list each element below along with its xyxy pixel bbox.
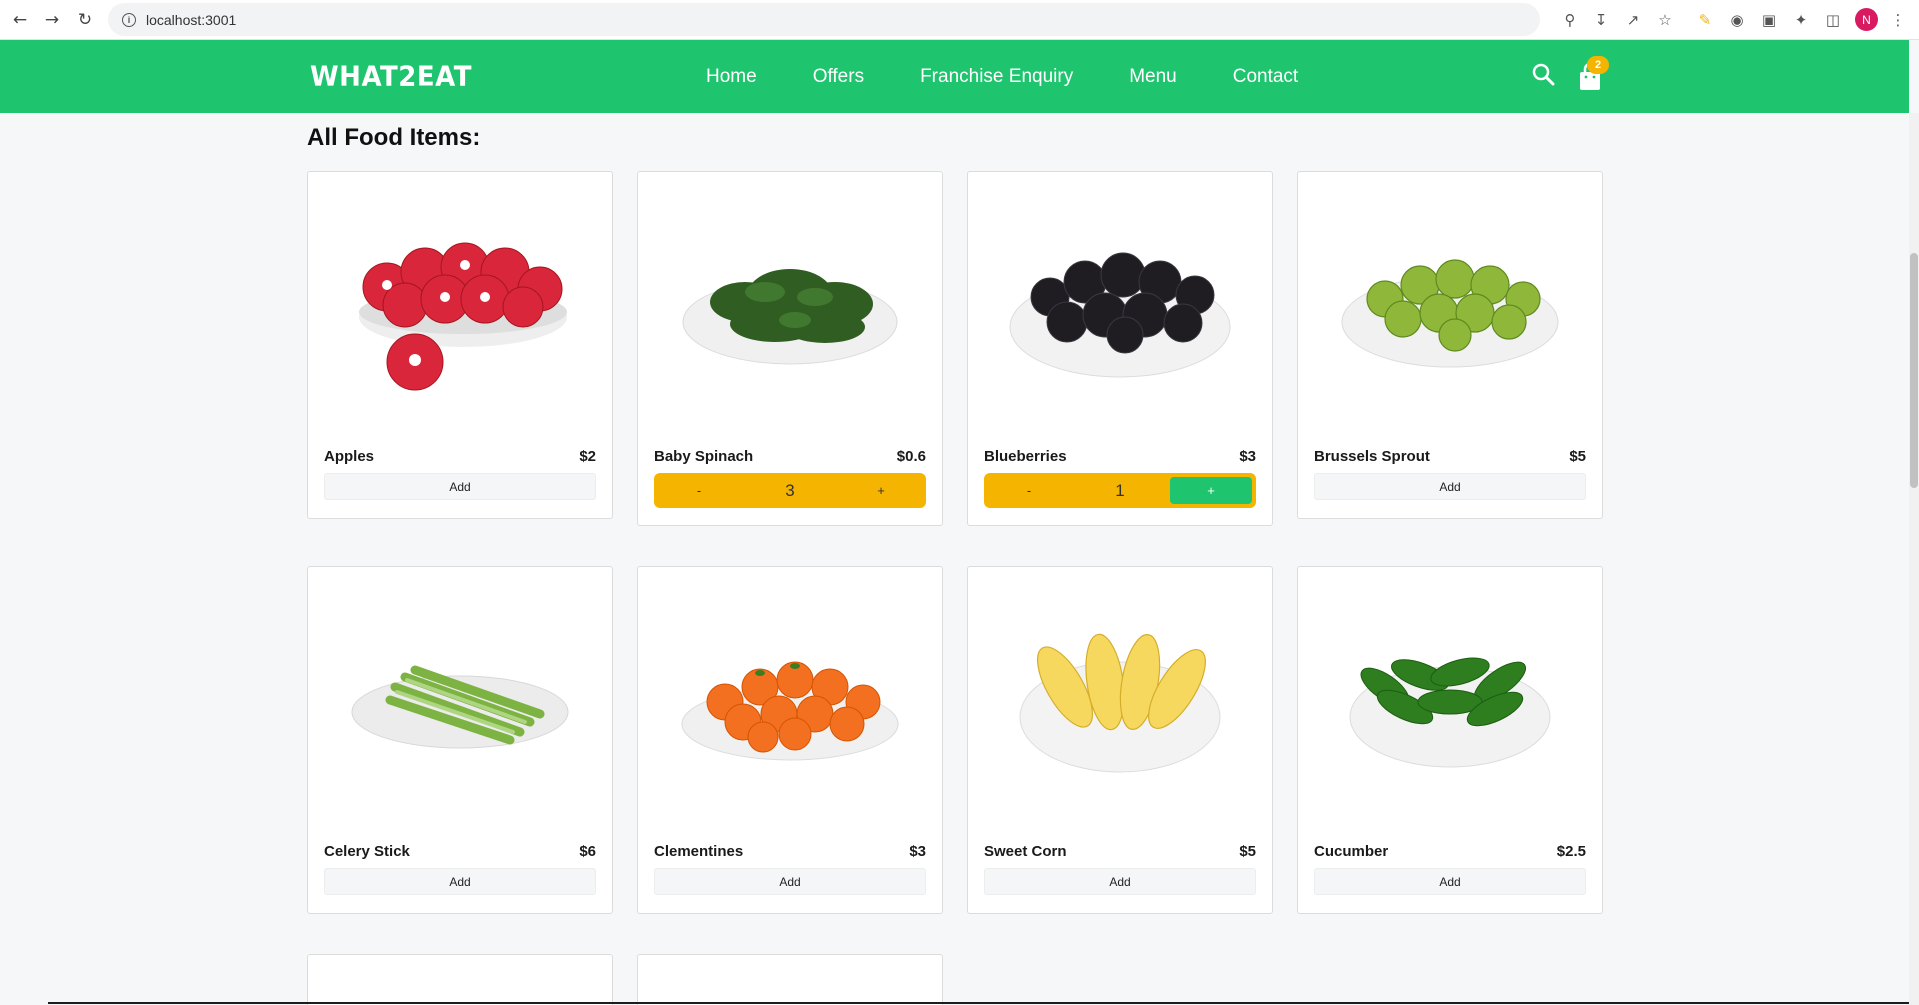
nav-franchise-enquiry[interactable]: Franchise Enquiry [920,66,1073,88]
item-name: Cucumber [1314,843,1389,860]
item-price: $2.5 [1556,843,1586,860]
reload-icon[interactable]: ↻ [73,8,97,32]
quantity-stepper: - 1 + [984,473,1256,508]
cart-count-badge: 2 [1587,56,1609,74]
food-card-sweet-corn: Sweet Corn $5 Add [967,566,1273,914]
food-image [308,567,612,837]
decrease-button[interactable]: - [988,477,1070,504]
food-card-cucumber: Cucumber $2.5 Add [1297,566,1603,914]
add-button[interactable]: Add [984,868,1256,895]
decrease-button[interactable]: - [658,477,740,504]
side-panel-icon[interactable]: ◫ [1821,8,1845,32]
scrollbar-thumb[interactable] [1910,253,1918,488]
food-image [638,567,942,837]
site-header: WHAT2EAT Home Offers Franchise Enquiry M… [0,40,1909,113]
extension-pen-icon[interactable]: ✎ [1693,8,1717,32]
browser-toolbar: ← → ↻ i localhost:3001 ⚲ ↧ ↗ ☆ ✎ ◉ ▣ ✦ ◫… [0,0,1919,40]
food-card-brussels-sprout: Brussels Sprout $5 Add [1297,171,1603,519]
food-card-blueberries: Blueberries $3 - 1 + [967,171,1273,526]
forward-arrow-icon[interactable]: → [40,8,64,32]
item-name: Sweet Corn [984,843,1067,860]
item-name: Celery Stick [324,843,410,860]
add-button[interactable]: Add [324,473,596,500]
item-price: $3 [909,843,926,860]
item-price: $3 [1239,448,1256,465]
menu-dots-icon[interactable]: ⋮ [1886,8,1910,32]
item-price: $2 [579,448,596,465]
food-image [308,172,612,442]
item-name: Baby Spinach [654,448,754,465]
share-icon[interactable]: ↗ [1621,8,1645,32]
add-button[interactable]: Add [1314,473,1586,500]
extension-ring-icon[interactable]: ◉ [1725,8,1749,32]
food-card-clementines: Clementines $3 Add [637,566,943,914]
quantity-value: 3 [785,480,795,500]
item-price: $5 [1239,843,1256,860]
increase-button[interactable]: + [1170,477,1252,504]
food-card-celery-stick: Celery Stick $6 Add [307,566,613,914]
nav-contact[interactable]: Contact [1233,66,1298,88]
site-info-icon[interactable]: i [122,12,136,27]
main-nav: Home Offers Franchise Enquiry Menu Conta… [706,66,1354,88]
item-name: Blueberries [984,448,1067,465]
food-image [638,172,942,442]
add-button[interactable]: Add [654,868,926,895]
key-icon[interactable]: ⚲ [1558,8,1582,32]
address-bar[interactable]: i localhost:3001 [108,3,1540,36]
quantity-stepper: - 3 + [654,473,926,508]
install-icon[interactable]: ↧ [1589,8,1613,32]
increase-button[interactable]: + [840,477,922,504]
bookmark-star-icon[interactable]: ☆ [1653,8,1677,32]
bottom-divider [48,1002,1909,1004]
food-image [968,172,1272,442]
food-card-partial [637,954,943,1005]
search-icon[interactable] [1531,62,1557,88]
item-name: Brussels Sprout [1314,448,1430,465]
site-logo[interactable]: WHAT2EAT [310,61,472,93]
food-image [968,567,1272,837]
item-name: Apples [324,448,375,465]
item-price: $6 [579,843,596,860]
item-price: $0.6 [896,448,926,465]
add-button[interactable]: Add [1314,868,1586,895]
food-image [1298,567,1602,837]
nav-menu[interactable]: Menu [1129,66,1177,88]
quantity-value: 1 [1115,480,1125,500]
extensions-puzzle-icon[interactable]: ✦ [1789,8,1813,32]
camera-icon[interactable]: ▣ [1757,8,1781,32]
item-name: Clementines [654,843,744,860]
page-title: All Food Items: [307,124,481,151]
back-arrow-icon[interactable]: ← [8,8,32,32]
nav-offers[interactable]: Offers [813,66,864,88]
food-image [1298,172,1602,442]
food-card-partial [307,954,613,1005]
nav-home[interactable]: Home [706,66,757,88]
item-price: $5 [1569,448,1586,465]
food-card-baby-spinach: Baby Spinach $0.6 - 3 + [637,171,943,526]
profile-avatar[interactable]: N [1855,8,1878,31]
page-scrollbar[interactable] [1909,113,1919,1005]
food-card-apples: Apples $2 Add [307,171,613,519]
add-button[interactable]: Add [324,868,596,895]
address-text: localhost:3001 [146,11,237,28]
